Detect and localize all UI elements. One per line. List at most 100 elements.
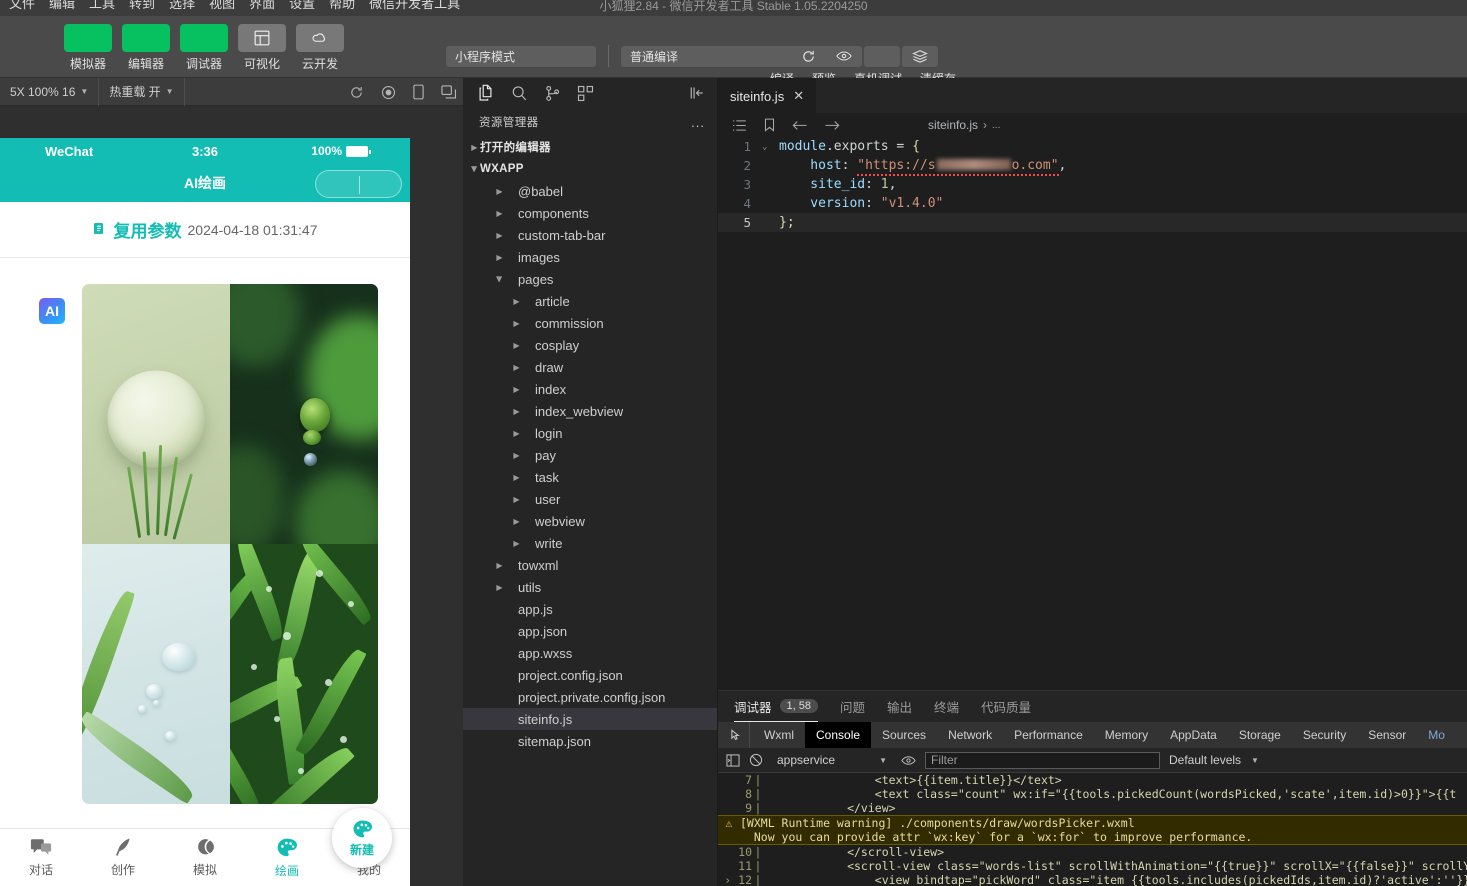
outline-icon[interactable]: [732, 119, 747, 132]
devtools-panel-tab-3[interactable]: 终端: [934, 691, 959, 722]
eye-icon[interactable]: [901, 755, 916, 766]
tree-folder-cosplay[interactable]: ▶cosplay: [463, 334, 717, 356]
tree-file-app.json[interactable]: ▶app.json: [463, 620, 717, 642]
search-icon[interactable]: [511, 85, 528, 102]
toolbar-button-1[interactable]: 编辑器: [122, 24, 170, 72]
phone-icon[interactable]: [413, 84, 424, 100]
tree-folder-webview[interactable]: ▶webview: [463, 510, 717, 532]
window-icon[interactable]: [441, 85, 457, 100]
menu-item-0[interactable]: 文件: [2, 0, 42, 13]
devtools-tab-network[interactable]: Network: [937, 722, 1003, 748]
source-control-icon[interactable]: [544, 85, 561, 102]
explorer-more-button[interactable]: ...: [691, 115, 705, 130]
tree-file-project.config.json[interactable]: ▶project.config.json: [463, 664, 717, 686]
devtools-tab-security[interactable]: Security: [1292, 722, 1357, 748]
console-levels-selector[interactable]: Default levels ▼: [1169, 753, 1259, 767]
menu-item-1[interactable]: 编辑: [42, 0, 82, 13]
tree-folder-login[interactable]: ▶login: [463, 422, 717, 444]
realdevice-debug-button[interactable]: [864, 46, 900, 67]
wechat-capsule-button[interactable]: [315, 170, 402, 198]
back-icon[interactable]: [792, 119, 808, 132]
toolbar-button-0[interactable]: 模拟器: [64, 24, 112, 72]
files-icon[interactable]: [477, 84, 495, 102]
tree-folder-@babel[interactable]: ▶@babel: [463, 180, 717, 202]
device-selector[interactable]: 5X 100% 16 ▼: [0, 78, 99, 106]
tree-folder-write[interactable]: ▶write: [463, 532, 717, 554]
tree-folder-pages[interactable]: ▶pages: [463, 268, 717, 290]
record-icon[interactable]: [381, 85, 396, 100]
element-picker-icon[interactable]: [724, 722, 750, 748]
devtools-tab-performance[interactable]: Performance: [1003, 722, 1094, 748]
generated-image-1[interactable]: [82, 284, 230, 544]
extensions-icon[interactable]: [577, 85, 594, 102]
generated-image-2[interactable]: [230, 284, 378, 544]
breadcrumb-rest[interactable]: ...: [992, 120, 1000, 131]
toolbar-button-3[interactable]: 可视化: [238, 24, 286, 72]
menu-item-4[interactable]: 选择: [162, 0, 202, 13]
devtools-tab-appdata[interactable]: AppData: [1159, 722, 1228, 748]
tabbar-item-0[interactable]: 对话: [0, 838, 82, 878]
devtools-tab-sources[interactable]: Sources: [871, 722, 937, 748]
tree-folder-custom-tab-bar[interactable]: ▶custom-tab-bar: [463, 224, 717, 246]
fold-icon[interactable]: ⌄: [762, 142, 779, 152]
tree-folder-draw[interactable]: ▶draw: [463, 356, 717, 378]
toolbar-button-4[interactable]: 云开发: [296, 24, 344, 72]
tree-folder-images[interactable]: ▶images: [463, 246, 717, 268]
menu-item-5[interactable]: 视图: [202, 0, 242, 13]
sidebar-icon[interactable]: [726, 754, 740, 767]
tabbar-item-2[interactable]: 模拟: [164, 837, 246, 878]
generated-image-3[interactable]: [82, 544, 230, 804]
new-draw-button[interactable]: 新建: [332, 808, 392, 868]
clear-console-icon[interactable]: [749, 753, 763, 767]
tree-folder-towxml[interactable]: ▶towxml: [463, 554, 717, 576]
tree-file-sitemap.json[interactable]: ▶sitemap.json: [463, 730, 717, 752]
hotreload-selector[interactable]: 热重载 开 ▼: [99, 78, 184, 106]
preview-button[interactable]: [826, 46, 862, 67]
devtools-tab-memory[interactable]: Memory: [1094, 722, 1159, 748]
generated-image-4[interactable]: [230, 544, 378, 804]
tabbar-item-1[interactable]: 创作: [82, 837, 164, 878]
mode-selector[interactable]: 小程序模式: [446, 46, 596, 67]
devtools-panel-tab-0[interactable]: 调试器1, 58: [734, 691, 818, 722]
devtools-tab-console[interactable]: Console: [805, 722, 871, 748]
close-icon[interactable]: ✕: [793, 88, 804, 104]
menu-item-3[interactable]: 转到: [122, 0, 162, 13]
tree-folder-article[interactable]: ▶article: [463, 290, 717, 312]
tree-file-project.private.config.json[interactable]: ▶project.private.config.json: [463, 686, 717, 708]
editor-tab-siteinfo[interactable]: siteinfo.js ✕: [718, 78, 817, 113]
code-content[interactable]: 1 ⌄ module.exports = { 2 host: "https://…: [718, 137, 1467, 232]
tree-folder-index_webview[interactable]: ▶index_webview: [463, 400, 717, 422]
forward-icon[interactable]: [824, 119, 840, 132]
tree-folder-pay[interactable]: ▶pay: [463, 444, 717, 466]
devtools-tab-storage[interactable]: Storage: [1228, 722, 1292, 748]
tree-folder-index[interactable]: ▶index: [463, 378, 717, 400]
refresh-icon[interactable]: [349, 85, 364, 100]
clear-cache-button[interactable]: [902, 46, 938, 67]
compile-selector[interactable]: 普通编译: [621, 46, 790, 67]
project-root[interactable]: ▶ WXAPP: [463, 158, 717, 180]
tree-folder-components[interactable]: ▶components: [463, 202, 717, 224]
tabbar-item-3[interactable]: 绘画: [246, 837, 328, 879]
devtools-panel-tab-1[interactable]: 问题: [840, 691, 865, 722]
menu-item-6[interactable]: 界面: [242, 0, 282, 13]
tree-file-app.js[interactable]: ▶app.js: [463, 598, 717, 620]
console-output[interactable]: 7| <text>{{item.title}}</text>8| <text c…: [718, 773, 1467, 886]
tree-folder-commission[interactable]: ▶commission: [463, 312, 717, 334]
menu-item-2[interactable]: 工具: [82, 0, 122, 13]
tree-file-siteinfo.js[interactable]: ▶siteinfo.js: [463, 708, 717, 730]
devtools-tab-mo[interactable]: Mo: [1417, 722, 1456, 748]
menu-item-7[interactable]: 设置: [282, 0, 322, 13]
tree-folder-utils[interactable]: ▶utils: [463, 576, 717, 598]
devtools-tab-sensor[interactable]: Sensor: [1357, 722, 1417, 748]
reuse-params-row[interactable]: 复用参数 2024-04-18 01:31:47: [0, 202, 410, 257]
tree-file-app.wxss[interactable]: ▶app.wxss: [463, 642, 717, 664]
devtools-panel-tab-2[interactable]: 输出: [887, 691, 912, 722]
menu-item-9[interactable]: 微信开发者工具: [362, 0, 467, 13]
bookmark-icon[interactable]: [763, 118, 776, 132]
devtools-tab-wxml[interactable]: Wxml: [753, 722, 805, 748]
console-filter-input[interactable]: Filter: [925, 752, 1160, 769]
toolbar-button-2[interactable]: 调试器: [180, 24, 228, 72]
console-context-selector[interactable]: appservice ▼: [772, 753, 892, 767]
tree-folder-task[interactable]: ▶task: [463, 466, 717, 488]
menu-item-8[interactable]: 帮助: [322, 0, 362, 13]
